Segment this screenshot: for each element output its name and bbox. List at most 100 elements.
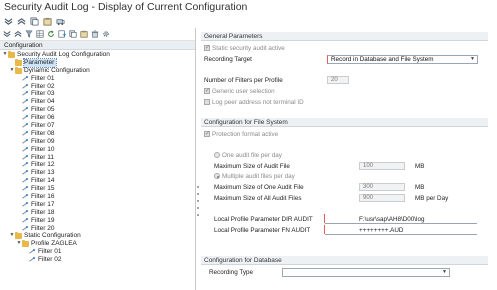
splitter-handle[interactable] (196, 186, 200, 216)
filter-icon (22, 122, 29, 129)
dir-audit-value[interactable]: F:\usr\sap\AH8\D00\log (359, 216, 424, 223)
transport-icon[interactable] (56, 17, 65, 26)
tree-node-filter[interactable]: Filter 09 (0, 138, 195, 146)
copy-icon[interactable] (30, 17, 39, 26)
tree-node-label: Filter 02 (31, 82, 55, 90)
main-toolbar (4, 15, 65, 27)
filter-icon (22, 170, 29, 176)
tree-node-filter[interactable]: Filter 02 (0, 256, 195, 264)
tree-node-filter[interactable]: Filter 19 (0, 217, 195, 225)
tree-toolbar (0, 28, 195, 41)
log-peer-checkbox[interactable] (204, 99, 210, 105)
tree-node-filter[interactable]: Filter 15 (0, 185, 195, 193)
paste-icon[interactable] (80, 30, 88, 38)
dynamic-filter-list: Filter 01 Filter 02 Filter 03 Filter 04 Filt… (0, 75, 195, 233)
num-filters-field[interactable]: 20 (327, 76, 349, 84)
general-parameters-header: General Parameters (201, 32, 488, 41)
tree-node-filter[interactable]: Filter 16 (0, 193, 195, 201)
max-all-field[interactable]: 900 (359, 194, 405, 202)
tree-node-root[interactable]: ▼ Security Audit Log Configuration (0, 50, 195, 59)
tree-node-label: Filter 07 (31, 122, 55, 130)
max-all-unit: MB per Day (415, 195, 449, 202)
filter-icon (22, 193, 29, 200)
refresh-icon[interactable] (47, 30, 55, 38)
chevron-down-icon: ▼ (470, 56, 475, 62)
file-system-header: Configuration for File System (201, 118, 488, 127)
multiple-files-label: Multiple audit files per day (222, 173, 295, 180)
tree-node-dynamic[interactable]: ▼ Dynamic Configuration (0, 66, 195, 75)
tree-node-filter[interactable]: Filter 03 (0, 90, 195, 98)
copy-icon[interactable] (69, 30, 77, 38)
tree-node-filter[interactable]: Filter 14 (0, 177, 195, 185)
collapse-all-icon[interactable] (14, 30, 22, 38)
tree-node-filter[interactable]: Filter 08 (0, 130, 195, 138)
filter-icon (22, 99, 29, 105)
folder-icon (8, 50, 15, 58)
static-active-label: Static security audit active (212, 45, 285, 52)
max-size-field[interactable]: 100 (359, 162, 405, 170)
tree-node-label: Profile ZAGLEA (31, 240, 77, 248)
tree-node-label: Filter 15 (31, 185, 55, 193)
expand-all-icon[interactable] (3, 30, 11, 38)
tree-node-filter[interactable]: Filter 12 (0, 161, 195, 169)
generic-user-checkbox[interactable] (204, 87, 210, 94)
tree-node-label: Filter 19 (31, 216, 55, 224)
tree-node-label: Filter 17 (31, 200, 55, 208)
settings-icon[interactable] (102, 30, 110, 38)
static-active-checkbox[interactable] (204, 44, 210, 51)
protection-label: Protection format active (212, 131, 279, 138)
max-all-label: Maximum Size of All Audit Files (214, 195, 302, 202)
tree-node-filter[interactable]: Filter 20 (0, 225, 195, 233)
filter-icon[interactable] (25, 30, 33, 38)
max-one-field[interactable]: 300 (359, 183, 405, 191)
collapse-all-icon[interactable] (17, 17, 26, 26)
tree-panel: Configuration ▼ Security Audit Log Confi… (0, 28, 196, 290)
paste-icon[interactable] (43, 17, 52, 26)
filter-icon (22, 201, 29, 208)
protection-checkbox[interactable] (204, 130, 210, 137)
tree-node-filter[interactable]: Filter 01 (0, 248, 195, 256)
folder-icon (22, 240, 29, 248)
filter-icon (22, 217, 29, 224)
add-icon[interactable] (58, 30, 66, 38)
tree-node-label: Filter 20 (31, 224, 55, 232)
tree-node-filter[interactable]: Filter 13 (0, 169, 195, 177)
tree-node-filter[interactable]: Filter 06 (0, 114, 195, 122)
filter-icon (22, 75, 29, 82)
tree-node-filter[interactable]: Filter 18 (0, 209, 195, 217)
delete-icon[interactable] (91, 30, 99, 38)
tree-node-filter[interactable]: Filter 02 (0, 83, 195, 91)
filter-icon (22, 162, 29, 168)
tree-node-label: Filter 16 (31, 193, 55, 201)
filter-icon (29, 257, 36, 263)
tree-node-label: Filter 13 (31, 169, 55, 177)
filter-icon (22, 138, 29, 145)
folder-icon (15, 58, 22, 66)
recording-target-label: Recording Target (204, 56, 252, 63)
multiple-files-radio[interactable] (214, 173, 220, 179)
tree-node-label: Filter 08 (31, 129, 55, 137)
tree-node-label: Filter 05 (31, 106, 55, 114)
fn-audit-value[interactable]: ++++++++.AUD (359, 227, 403, 234)
tree-node-label: Filter 14 (31, 177, 55, 185)
profile-filter-list: Filter 01 Filter 02 (0, 248, 195, 264)
one-file-label: One audit file per day (222, 152, 282, 159)
tree-node-filter[interactable]: Filter 10 (0, 146, 195, 154)
tree-node-filter[interactable]: Filter 05 (0, 106, 195, 114)
tree-node-filter[interactable]: Filter 01 (0, 75, 195, 83)
tree-node-filter[interactable]: Filter 07 (0, 122, 195, 130)
one-file-radio[interactable] (214, 152, 220, 158)
tree-node-profile[interactable]: ▼ Profile ZAGLEA (0, 240, 195, 248)
tree-node-parameter[interactable]: Parameter (0, 57, 195, 68)
filter-icon (22, 115, 29, 121)
folder-icon (15, 66, 22, 74)
tree-node-filter[interactable]: Filter 17 (0, 201, 195, 209)
table-icon[interactable] (36, 30, 44, 38)
recording-type-select[interactable]: ▼ (282, 268, 450, 277)
tree-node-filter[interactable]: Filter 11 (0, 154, 195, 162)
expand-all-icon[interactable] (4, 17, 13, 26)
tree-node-static[interactable]: ▼ Static Configuration (0, 232, 195, 240)
tree-node-filter[interactable]: Filter 04 (0, 98, 195, 106)
filter-icon (29, 249, 36, 255)
recording-target-select[interactable]: Record in Database and File System ▼ (327, 55, 478, 64)
